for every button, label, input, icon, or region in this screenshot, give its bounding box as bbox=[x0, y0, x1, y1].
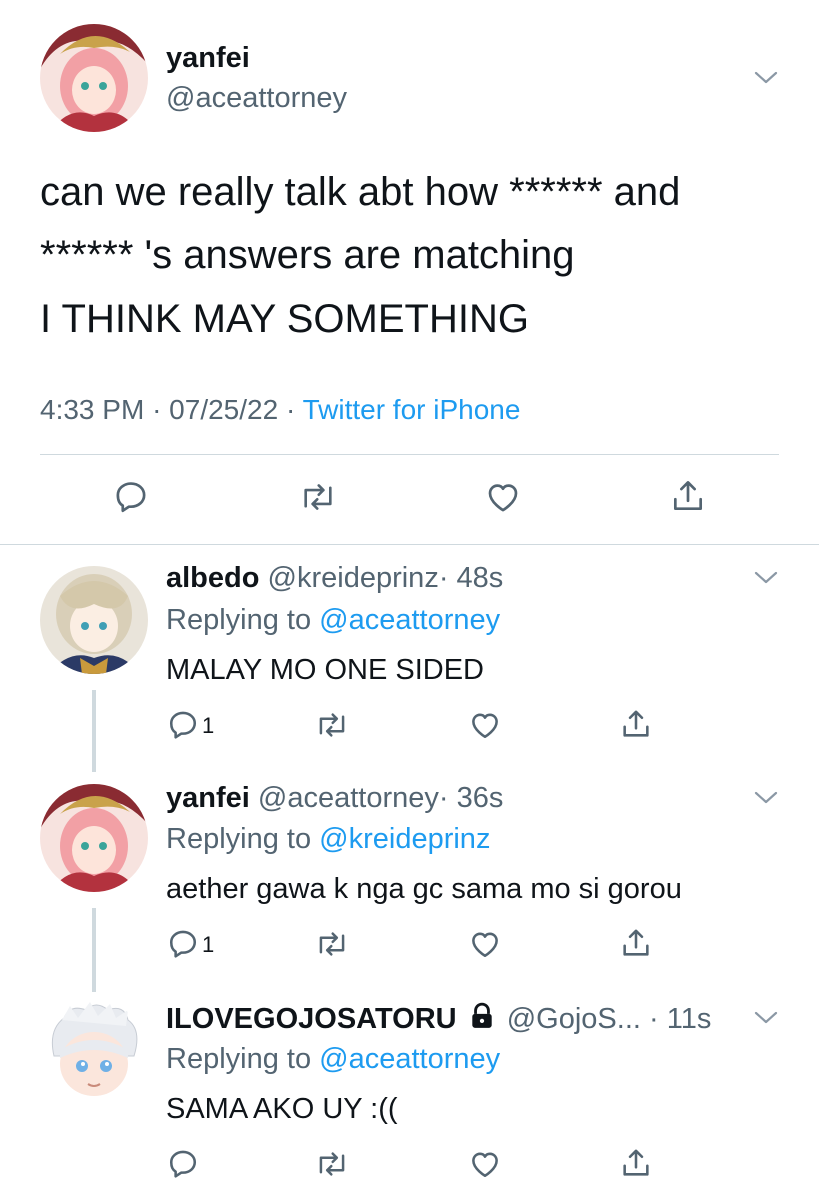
share-icon[interactable] bbox=[619, 925, 653, 961]
reply-icon[interactable] bbox=[166, 1147, 200, 1181]
reply-icon[interactable] bbox=[166, 708, 200, 742]
tweet-source[interactable]: Twitter for iPhone bbox=[303, 394, 521, 425]
like-icon[interactable] bbox=[467, 1147, 503, 1181]
reply-handle[interactable]: @kreideprinz bbox=[268, 562, 439, 594]
reply-age: · 48s bbox=[438, 562, 504, 594]
lock-icon bbox=[469, 1002, 495, 1038]
chevron-down-icon[interactable] bbox=[753, 1010, 779, 1026]
reply-display-name[interactable]: yanfei bbox=[166, 782, 250, 814]
thread-connector bbox=[92, 690, 96, 772]
reply-age: · 11s bbox=[649, 1003, 712, 1035]
retweet-icon[interactable] bbox=[314, 1147, 350, 1181]
replying-prefix: Replying to bbox=[166, 604, 312, 636]
chevron-down-icon[interactable] bbox=[753, 570, 779, 586]
reply-icon[interactable] bbox=[166, 927, 200, 961]
author-handle[interactable]: @aceattorney bbox=[166, 82, 347, 115]
like-icon[interactable] bbox=[467, 708, 503, 742]
reply-header: ILOVEGOJOSATORU @GojoS... · 11s bbox=[166, 1002, 711, 1038]
reply-icon[interactable] bbox=[112, 478, 150, 516]
share-icon[interactable] bbox=[619, 1145, 653, 1181]
reply-handle[interactable]: @aceattorney bbox=[258, 782, 439, 814]
divider bbox=[0, 544, 819, 545]
like-icon[interactable] bbox=[467, 927, 503, 961]
replying-to-handle[interactable]: @aceattorney bbox=[319, 604, 500, 636]
retweet-icon[interactable] bbox=[314, 927, 350, 961]
reply-count: 1 bbox=[202, 713, 215, 738]
replying-to: Replying to @aceattorney bbox=[166, 1043, 500, 1076]
reply-text: SAMA AKO UY :(( bbox=[166, 1093, 398, 1125]
reply-text: aether gawa k nga gc sama mo si gorou bbox=[166, 873, 682, 905]
meta-separator: · bbox=[285, 394, 296, 425]
share-icon[interactable] bbox=[669, 476, 707, 516]
chevron-down-icon[interactable] bbox=[753, 790, 779, 806]
retweet-icon[interactable] bbox=[314, 708, 350, 742]
reply-display-name[interactable]: ILOVEGOJOSATORU bbox=[166, 1003, 457, 1035]
avatar-yanfei-main[interactable] bbox=[40, 24, 148, 132]
reply-header: albedo @kreideprinz· 48s bbox=[166, 562, 503, 595]
tweet-text-line-3: I THINK MAY SOMETHING bbox=[40, 297, 529, 341]
like-icon[interactable] bbox=[483, 478, 523, 516]
reply-handle[interactable]: @GojoS... bbox=[507, 1003, 641, 1035]
share-icon[interactable] bbox=[619, 706, 653, 742]
reply-count: 1 bbox=[202, 932, 215, 957]
reply-age: · 36s bbox=[438, 782, 504, 814]
retweet-icon[interactable] bbox=[298, 478, 338, 516]
avatar-albedo[interactable] bbox=[40, 566, 148, 674]
replying-prefix: Replying to bbox=[166, 1043, 312, 1075]
tweet-date: 07/25/22 bbox=[169, 394, 279, 425]
replying-to: Replying to @aceattorney bbox=[166, 604, 500, 637]
reply-display-name[interactable]: albedo bbox=[166, 562, 259, 594]
chevron-down-icon[interactable] bbox=[753, 70, 779, 86]
avatar-gojo[interactable] bbox=[40, 1000, 148, 1108]
thread-connector bbox=[92, 908, 96, 992]
tweet-text-line-1: can we really talk abt how ****** and bbox=[40, 170, 681, 214]
tweet-time: 4:33 PM bbox=[40, 394, 145, 425]
reply-header: yanfei @aceattorney· 36s bbox=[166, 782, 503, 815]
replying-prefix: Replying to bbox=[166, 823, 312, 855]
replying-to-handle[interactable]: @aceattorney bbox=[319, 1043, 500, 1075]
tweet-text-line-2: ****** 's answers are matching bbox=[40, 233, 575, 277]
reply-text: MALAY MO ONE SIDED bbox=[166, 654, 484, 686]
avatar-yanfei[interactable] bbox=[40, 784, 148, 892]
replying-to: Replying to @kreideprinz bbox=[166, 823, 490, 856]
tweet-meta: 4:33 PM · 07/25/22 · Twitter for iPhone bbox=[40, 394, 520, 426]
meta-separator: · bbox=[152, 394, 162, 425]
replying-to-handle[interactable]: @kreideprinz bbox=[319, 823, 490, 855]
divider bbox=[40, 454, 779, 455]
author-display-name[interactable]: yanfei bbox=[166, 42, 250, 75]
